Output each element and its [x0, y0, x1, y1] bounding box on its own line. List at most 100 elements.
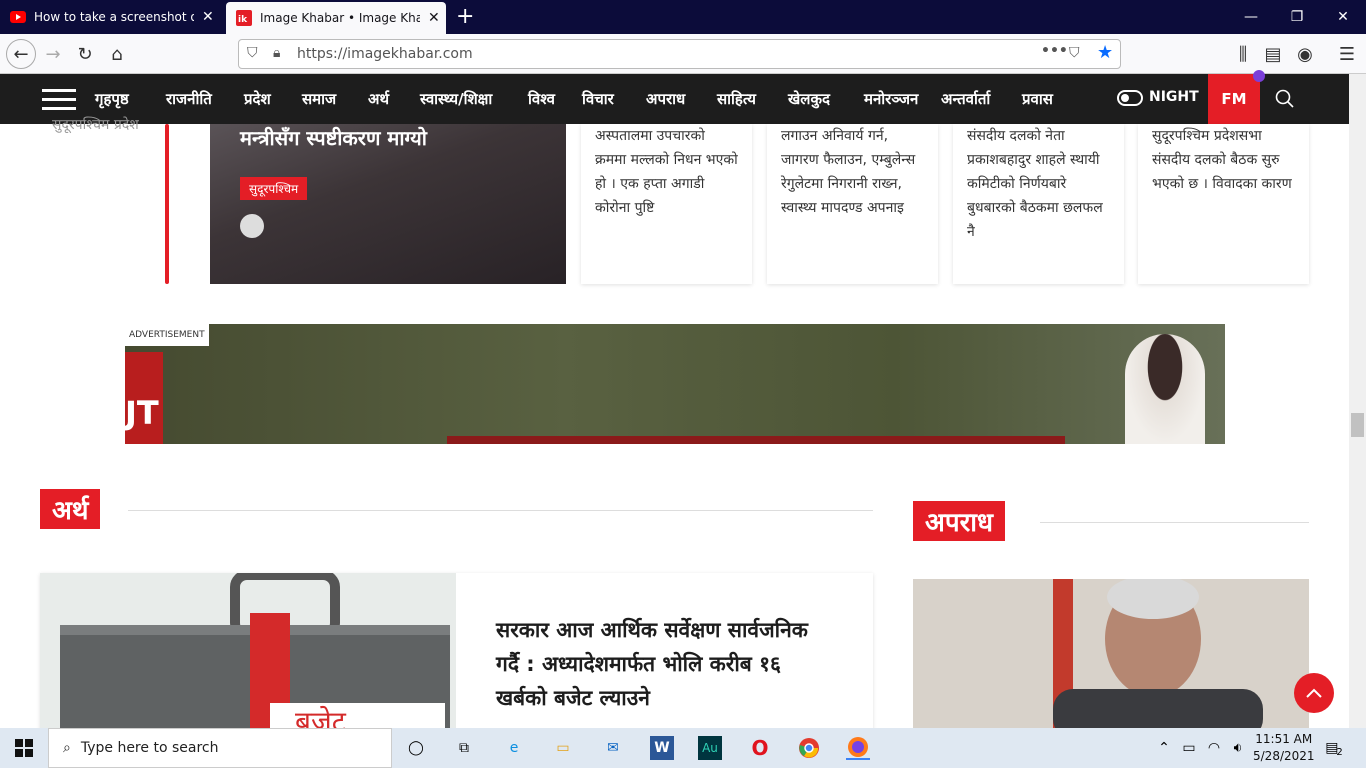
sidebar-icon[interactable]: ▤ — [1258, 39, 1288, 69]
card-excerpt: लगाउन अनिवार्य गर्न, जागरण फैलाउन, एम्बु… — [781, 128, 916, 216]
hero-headline[interactable]: मन्त्रीसँग स्पष्टीकरण माग्यो — [240, 124, 427, 151]
news-card[interactable]: अस्पतालमा उपचारको क्रममा मल्लको निधन भएक… — [581, 124, 752, 284]
ad-graphic — [447, 436, 1065, 444]
shield-icon[interactable]: ⛉ — [247, 45, 258, 61]
ad-label: ADVERTISEMENT — [125, 324, 209, 346]
nav-world[interactable]: विश्व — [528, 89, 555, 109]
bookmark-star-icon[interactable]: ★ — [1097, 42, 1113, 63]
tray-chevron-icon[interactable]: ⌃ — [1152, 736, 1176, 760]
pocket-icon[interactable]: ⛉ — [1069, 45, 1080, 61]
search-icon: ⌕ — [63, 740, 71, 756]
cortana-icon[interactable]: ◯ — [404, 736, 428, 760]
home-button[interactable]: ⌂ — [102, 39, 132, 69]
scrollbar-thumb[interactable] — [1351, 413, 1364, 437]
clock[interactable]: 11:51 AM 5/28/2021 — [1253, 731, 1315, 765]
nav-interview[interactable]: अन्तर्वार्ता — [941, 89, 990, 109]
mail-icon[interactable]: ✉ — [601, 736, 625, 760]
nav-province[interactable]: प्रदेश — [244, 89, 271, 109]
word-icon[interactable]: W — [650, 736, 674, 760]
svg-text:ik: ik — [238, 15, 248, 25]
nav-sports[interactable]: खेलकुद — [788, 89, 830, 109]
minimize-button[interactable]: — — [1228, 0, 1274, 34]
crime-article-image[interactable] — [913, 579, 1309, 733]
section-title-aparadh[interactable]: अपराध — [913, 501, 1005, 541]
account-icon[interactable]: ◉ — [1290, 39, 1320, 69]
menu-icon[interactable]: ☰ — [1332, 39, 1362, 69]
card-excerpt: अस्पतालमा उपचारको क्रममा मल्लको निधन भएक… — [595, 128, 738, 216]
section-divider — [1040, 522, 1309, 523]
reload-button[interactable]: ↻ — [70, 39, 100, 69]
site-nav: गृहपृष्ठ राजनीति प्रदेश समाज अर्थ स्वास्… — [0, 70, 1366, 124]
tab-strip: How to take a screenshot on a P ✕ ik Ima… — [0, 0, 1366, 34]
address-bar[interactable]: ⛉ 🔒︎ https://imagekhabar.com ••• ⛉ ★ — [238, 39, 1121, 69]
page-actions-icon[interactable]: ••• — [1041, 43, 1068, 59]
nav-home[interactable]: गृहपृष्ठ — [95, 89, 129, 109]
section-title-artha[interactable]: अर्थ — [40, 489, 101, 529]
news-card[interactable]: लगाउन अनिवार्य गर्न, जागरण फैलाउन, एम्बु… — [767, 124, 938, 284]
hamburger-icon[interactable] — [42, 89, 76, 111]
article-image: बजेट — [40, 573, 456, 733]
tab-image-khabar[interactable]: ik Image Khabar • Image Khabar ✕ — [226, 2, 446, 34]
lock-icon[interactable]: 🔒︎ — [273, 45, 280, 61]
wifi-icon[interactable]: ◠ — [1202, 736, 1226, 760]
url-text[interactable]: https://imagekhabar.com — [297, 46, 473, 62]
hero-story[interactable]: मन्त्रीसँग स्पष्टीकरण माग्यो सुदूरपश्चिम — [210, 124, 566, 284]
edge-icon[interactable]: e — [502, 736, 526, 760]
audition-icon[interactable]: Au — [698, 736, 722, 760]
avatar — [240, 214, 264, 238]
library-icon[interactable]: ⫼ — [1228, 39, 1258, 69]
opera-icon[interactable]: O — [748, 736, 772, 760]
forward-button[interactable]: → — [38, 39, 68, 69]
notification-count: 2 — [1336, 746, 1343, 758]
fm-button[interactable]: FM — [1208, 74, 1260, 124]
ad-logo-fragment: JT — [125, 394, 159, 432]
night-label[interactable]: NIGHT — [1149, 89, 1199, 105]
featured-article[interactable]: बजेट सरकार आज आर्थिक सर्वेक्षण सार्वजनिक… — [40, 573, 873, 733]
battery-icon[interactable]: ▭ — [1177, 736, 1201, 760]
scroll-to-top-button[interactable] — [1294, 673, 1334, 713]
ad-banner[interactable]: JT — [125, 324, 1225, 444]
close-icon[interactable]: ✕ — [428, 10, 440, 26]
search-placeholder: Type here to search — [80, 740, 219, 756]
firefox-icon[interactable] — [846, 736, 870, 760]
navigation-toolbar: ← → ↻ ⌂ ⛉ 🔒︎ https://imagekhabar.com •••… — [0, 34, 1366, 74]
restore-button[interactable]: ❐ — [1274, 0, 1320, 34]
taskbar-search[interactable]: ⌕ Type here to search — [48, 728, 392, 768]
nav-health-education[interactable]: स्वास्थ्य/शिक्षा — [420, 89, 492, 109]
nav-diaspora[interactable]: प्रवास — [1022, 89, 1053, 109]
tab-title: How to take a screenshot on a P — [34, 10, 194, 24]
scrollbar[interactable] — [1349, 74, 1366, 728]
close-icon[interactable]: ✕ — [202, 9, 214, 25]
nav-opinion[interactable]: विचार — [582, 89, 614, 109]
card-excerpt: संसदीय दलको नेता प्रकाशबहादुर शाहले स्था… — [967, 128, 1103, 240]
windows-start-icon[interactable] — [0, 728, 48, 768]
news-card[interactable]: संसदीय दलको नेता प्रकाशबहादुर शाहले स्था… — [953, 124, 1124, 284]
task-view-icon[interactable]: ⧉ — [452, 736, 476, 760]
notification-center-icon[interactable]: ▤ 2 — [1322, 736, 1346, 760]
volume-icon[interactable]: 🔉︎ — [1226, 736, 1250, 760]
nav-economy[interactable]: अर्थ — [368, 89, 389, 109]
category-badge[interactable]: सुदूरपश्चिम — [240, 177, 308, 200]
image-khabar-favicon-icon: ik — [236, 10, 252, 26]
file-explorer-icon[interactable]: ▭ — [551, 736, 575, 760]
taskbar: ⌕ Type here to search ◯ ⧉ e ▭ ✉ W Au O ⌃… — [0, 728, 1366, 768]
article-title[interactable]: सरकार आज आर्थिक सर्वेक्षण सार्वजनिक गर्द… — [496, 613, 836, 715]
section-divider — [128, 510, 873, 511]
youtube-icon — [10, 9, 26, 25]
close-window-button[interactable]: ✕ — [1320, 0, 1366, 34]
nav-society[interactable]: समाज — [302, 89, 336, 109]
tab-title: Image Khabar • Image Khabar — [260, 11, 420, 25]
nav-crime[interactable]: अपराध — [646, 89, 685, 109]
chrome-icon[interactable] — [797, 736, 821, 760]
nav-literature[interactable]: साहित्य — [717, 89, 756, 109]
back-button[interactable]: ← — [6, 39, 36, 69]
ad-model-image — [1125, 334, 1205, 444]
nav-entertainment[interactable]: मनोरञ्जन — [864, 89, 918, 109]
night-mode-toggle[interactable] — [1117, 90, 1143, 106]
card-excerpt: सुदूरपश्चिम प्रदेशसभा संसदीय दलको बैठक स… — [1152, 128, 1292, 192]
news-card[interactable]: सुदूरपश्चिम प्रदेशसभा संसदीय दलको बैठक स… — [1138, 124, 1309, 284]
nav-politics[interactable]: राजनीति — [166, 89, 212, 109]
new-tab-button[interactable]: + — [456, 4, 474, 30]
tab-screenshot-howto[interactable]: How to take a screenshot on a P ✕ — [0, 0, 224, 34]
search-icon[interactable] — [1270, 84, 1300, 114]
